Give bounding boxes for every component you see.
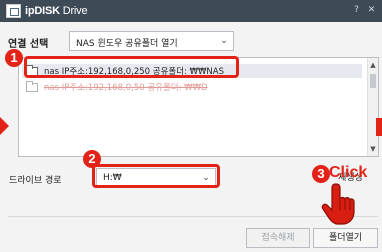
ipdisk-app-icon [6, 4, 21, 18]
chevron-down-icon: ⌄ [220, 36, 228, 46]
list-scrollbar[interactable]: ▲ ▼ [367, 58, 378, 156]
connect-select[interactable]: NAS 윈도우 공유폴더 열기 ⌄ [69, 31, 234, 51]
right-marker [376, 118, 382, 136]
highlight-share-item [24, 56, 239, 78]
title-bar: ipDISK Drive ? ✕ [0, 0, 382, 22]
connect-label: 연결 선택 [8, 39, 49, 50]
scroll-down-icon[interactable]: ▼ [368, 144, 378, 154]
folder-icon [26, 81, 38, 92]
share-list-item-label: nas IP주소:192,168,0,50 공유폴더: ₩₩D [44, 83, 208, 93]
open-folder-button[interactable]: 폴더열기 [313, 228, 378, 248]
connect-select-value: NAS 윈도우 공유폴더 열기 [76, 39, 178, 49]
window-title: ipDISK Drive [25, 5, 88, 17]
close-button[interactable]: ✕ [366, 5, 377, 16]
scroll-up-icon[interactable]: ▲ [368, 60, 378, 70]
disconnect-button[interactable]: 접속해제 [246, 228, 310, 248]
hand-pointer-icon [321, 183, 355, 225]
step-1-badge: 1 [5, 49, 23, 67]
share-list-item[interactable]: nas IP주소:192,168,0,50 공유폴더: ₩₩D [22, 80, 362, 94]
highlight-drive-path [92, 164, 220, 188]
step-2-badge: 2 [83, 150, 101, 168]
step-3-badge: 3 [312, 165, 330, 183]
scroll-thumb[interactable] [370, 74, 376, 88]
help-button[interactable]: ? [351, 5, 362, 16]
click-callout: Click [329, 164, 368, 181]
left-arrow-marker [0, 117, 9, 135]
drive-path-label: 드라이브 경로 [9, 176, 62, 186]
